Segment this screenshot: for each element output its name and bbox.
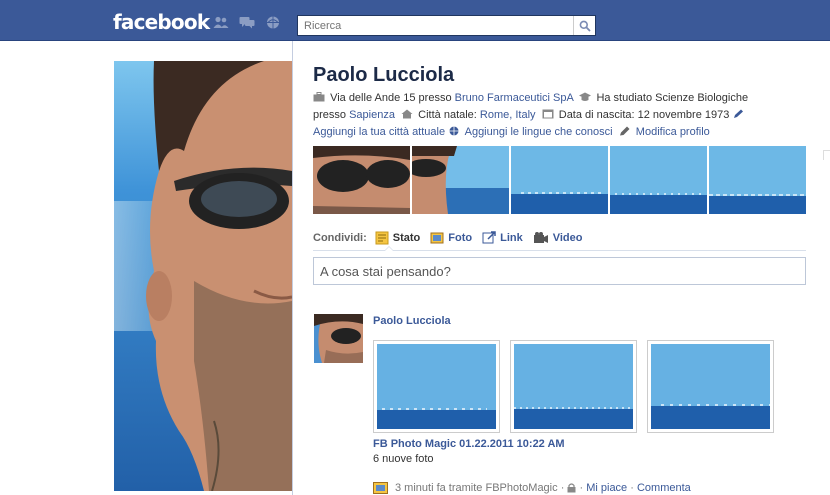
hometown-label: Città natale: bbox=[418, 109, 477, 121]
notifications-icon[interactable] bbox=[265, 16, 281, 28]
studied-at-text: presso bbox=[313, 109, 347, 121]
add-city-link[interactable]: Aggiungi la tua città attuale bbox=[313, 126, 445, 138]
search-icon bbox=[579, 20, 591, 32]
story-author-link[interactable]: Paolo Lucciola bbox=[373, 315, 451, 327]
story-photo-1[interactable] bbox=[373, 340, 500, 433]
hometown-link[interactable]: Rome, Italy bbox=[480, 109, 536, 121]
calendar-icon bbox=[542, 109, 554, 119]
profile-info: Via delle Ande 15 presso Bruno Farmaceut… bbox=[313, 90, 783, 141]
edit-pencil-icon bbox=[734, 109, 744, 118]
privacy-lock-icon[interactable] bbox=[567, 482, 576, 493]
facebook-logo[interactable]: facebook bbox=[113, 10, 210, 34]
share-link-tab[interactable]: Link bbox=[482, 231, 523, 245]
pencil-icon bbox=[619, 126, 630, 136]
work-icon bbox=[313, 92, 325, 102]
education-icon bbox=[579, 92, 592, 101]
strip-photo-1[interactable] bbox=[313, 146, 410, 214]
add-languages-link[interactable]: Aggiungi le lingue che conosci bbox=[465, 126, 613, 138]
messages-icon[interactable] bbox=[239, 16, 255, 28]
photo-strip bbox=[313, 146, 806, 214]
like-link[interactable]: Mi piace bbox=[586, 482, 627, 494]
video-camera-icon bbox=[533, 232, 548, 243]
share-status-tab[interactable]: Stato bbox=[375, 231, 420, 245]
photo-icon bbox=[430, 232, 444, 244]
share-label: Condividi: bbox=[313, 232, 367, 244]
scroll-edge bbox=[823, 150, 830, 160]
edit-profile-link[interactable]: Modifica profilo bbox=[636, 126, 710, 138]
comment-link[interactable]: Commenta bbox=[637, 482, 691, 494]
birthday-text: Data di nascita: 12 novembre 1973 bbox=[558, 109, 730, 121]
strip-photo-5[interactable] bbox=[709, 146, 806, 214]
profile-name: Paolo Lucciola bbox=[313, 64, 455, 86]
content-divider bbox=[292, 41, 293, 495]
search-button[interactable] bbox=[573, 16, 595, 35]
studied-text: Ha studiato Scienze Biologiche bbox=[596, 92, 749, 104]
strip-photo-3[interactable] bbox=[511, 146, 608, 214]
story-time[interactable]: 3 minuti fa tramite FBPhotoMagic bbox=[395, 482, 558, 494]
status-icon bbox=[375, 231, 389, 245]
share-pointer-inner bbox=[385, 247, 393, 251]
share-photo-tab[interactable]: Foto bbox=[430, 231, 472, 245]
friend-requests-icon[interactable] bbox=[213, 16, 229, 28]
story-photo-3[interactable] bbox=[647, 340, 774, 433]
story-meta: 3 minuti fa tramite FBPhotoMagic · · Mi … bbox=[373, 481, 691, 494]
story-photo-grid bbox=[373, 340, 774, 433]
share-video-tab[interactable]: Video bbox=[533, 231, 583, 245]
employer-link[interactable]: Bruno Farmaceutici SpA bbox=[455, 92, 574, 104]
top-bar: facebook bbox=[0, 0, 830, 41]
school-link[interactable]: Sapienza bbox=[349, 109, 395, 121]
photo-count: 6 nuove foto bbox=[373, 453, 434, 465]
search-box[interactable] bbox=[297, 15, 596, 36]
app-photo-icon bbox=[373, 482, 388, 494]
link-icon bbox=[482, 231, 496, 244]
profile-picture[interactable] bbox=[114, 61, 292, 491]
status-composer[interactable]: A cosa stai pensando? bbox=[313, 257, 806, 285]
share-bar: Condividi: Stato Foto Link Video bbox=[313, 231, 593, 245]
strip-photo-4[interactable] bbox=[610, 146, 707, 214]
story-photo-2[interactable] bbox=[510, 340, 637, 433]
address-text: Via delle Ande 15 presso bbox=[330, 92, 452, 104]
strip-photo-2[interactable] bbox=[412, 146, 509, 214]
globe-icon bbox=[449, 126, 459, 136]
search-input[interactable] bbox=[298, 16, 568, 35]
story-avatar[interactable] bbox=[314, 314, 363, 363]
home-icon bbox=[401, 109, 413, 119]
album-link[interactable]: FB Photo Magic 01.22.2011 10:22 AM bbox=[373, 438, 565, 450]
